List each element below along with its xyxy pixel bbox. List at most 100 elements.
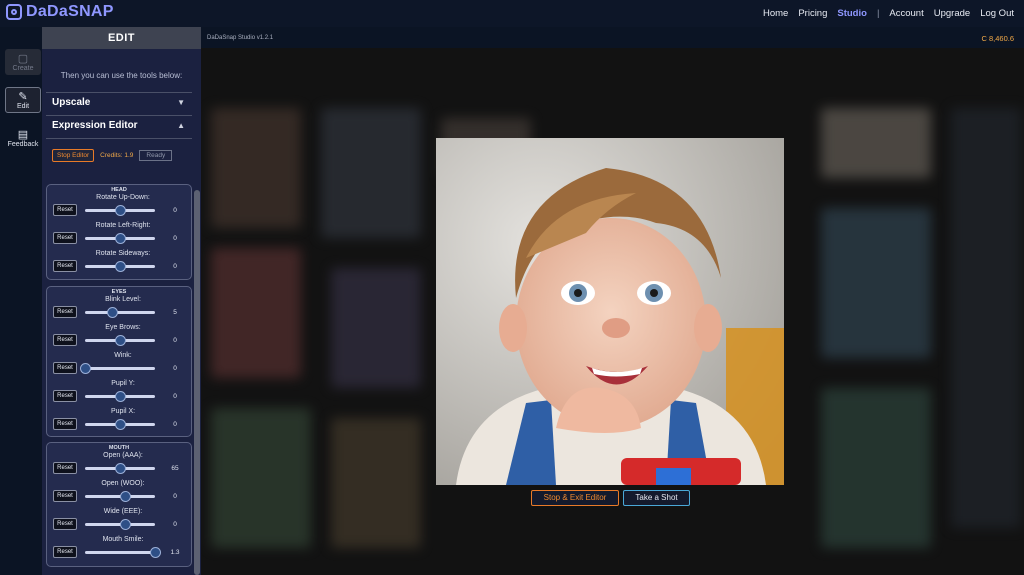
- group-label-head: HEAD: [111, 187, 127, 193]
- slider-row: Open (WOO): Reset 0: [47, 480, 193, 508]
- reset-button[interactable]: Reset: [53, 518, 77, 530]
- gallery-tile: [331, 418, 421, 548]
- reset-button[interactable]: Reset: [53, 204, 77, 216]
- nav-upgrade[interactable]: Upgrade: [934, 8, 970, 19]
- slider-track[interactable]: [85, 307, 155, 318]
- edit-button[interactable]: ✎ Edit: [5, 87, 41, 113]
- divider: [46, 92, 192, 93]
- reset-button[interactable]: Reset: [53, 390, 77, 402]
- slider-row: Blink Level: Reset 5: [47, 296, 193, 324]
- feedback-label: Feedback: [7, 140, 39, 148]
- chevron-up-icon[interactable]: ▲: [177, 121, 185, 130]
- head-group: HEAD Rotate Up-Down: Reset 0 Rotate Left-Ri…: [46, 184, 192, 280]
- reset-button[interactable]: Reset: [53, 462, 77, 474]
- stop-exit-editor-button[interactable]: Stop & Exit Editor: [531, 490, 619, 506]
- nav-pricing[interactable]: Pricing: [798, 8, 827, 19]
- divider: [46, 115, 192, 116]
- edit-label: Edit: [16, 102, 30, 110]
- slider-label: Blink Level:: [105, 296, 141, 303]
- slider-track[interactable]: [85, 547, 161, 558]
- editor-credits: Credits: 1.9: [100, 151, 134, 159]
- slider-row: Pupil Y: Reset 0: [47, 380, 193, 408]
- edit-panel: EDIT Then you can use the tools below: U…: [42, 27, 201, 575]
- editor-actions: Stop & Exit Editor Take a Shot: [531, 490, 690, 506]
- gallery-tile: [951, 108, 1021, 528]
- slider-thumb[interactable]: [115, 233, 126, 244]
- credit-balance: C 8,460.6: [981, 34, 1014, 43]
- nav-links: Home Pricing Studio | Account Upgrade Lo…: [763, 8, 1014, 19]
- slider-thumb[interactable]: [115, 463, 126, 474]
- slider-track[interactable]: [85, 233, 155, 244]
- slider-track[interactable]: [85, 335, 155, 346]
- create-button[interactable]: ▢ Create: [5, 49, 41, 75]
- slider-thumb[interactable]: [119, 491, 131, 502]
- reset-button[interactable]: Reset: [53, 334, 77, 346]
- slider-value: 0: [173, 421, 177, 428]
- nav-studio[interactable]: Studio: [837, 8, 867, 19]
- reset-button[interactable]: Reset: [53, 490, 77, 502]
- slider-thumb[interactable]: [119, 519, 131, 530]
- expression-editor-toggle[interactable]: Expression Editor: [52, 120, 138, 131]
- reset-button[interactable]: Reset: [53, 306, 77, 318]
- gallery-tile: [211, 248, 301, 378]
- panel-title: EDIT: [42, 27, 201, 49]
- feedback-button[interactable]: ▤ Feedback: [5, 125, 41, 151]
- slider-thumb[interactable]: [115, 261, 126, 272]
- slider-thumb[interactable]: [115, 391, 126, 402]
- slider-track[interactable]: [85, 463, 155, 474]
- slider-thumb[interactable]: [150, 547, 161, 558]
- slider-row: Pupil X: Reset 0: [47, 408, 193, 436]
- gallery-tile: [211, 108, 301, 228]
- reset-button[interactable]: Reset: [53, 260, 77, 272]
- gallery-tile: [821, 108, 931, 178]
- slider-value: 0: [173, 393, 177, 400]
- chevron-down-icon[interactable]: ▼: [177, 98, 185, 107]
- slider-label: Rotate Sideways:: [95, 250, 151, 257]
- gallery-tile: [331, 268, 421, 388]
- slider-thumb[interactable]: [115, 419, 126, 430]
- slider-row: Mouth Smile: Reset 1.3: [47, 536, 193, 564]
- top-nav: DaDaSNAP Home Pricing Studio | Account U…: [0, 0, 1024, 27]
- take-shot-button[interactable]: Take a Shot: [623, 490, 690, 506]
- stop-editor-button[interactable]: Stop Editor: [52, 148, 95, 162]
- reset-button[interactable]: Reset: [53, 418, 77, 430]
- studio-bar: DaDaSnap Studio v1.2.1 C 8,460.6: [201, 27, 1024, 48]
- panel-scrollbar[interactable]: [194, 190, 200, 575]
- slider-label: Mouth Smile:: [102, 536, 144, 543]
- slider-label: Pupil X:: [110, 408, 136, 415]
- slider-value: 0: [173, 493, 177, 500]
- slider-track[interactable]: [85, 419, 155, 430]
- nav-home[interactable]: Home: [763, 8, 788, 19]
- slider-value: 0: [173, 521, 177, 528]
- slider-track[interactable]: [85, 261, 155, 272]
- nav-logout[interactable]: Log Out: [980, 8, 1014, 19]
- group-label-mouth: MOUTH: [108, 445, 130, 451]
- slider-track[interactable]: [85, 205, 155, 216]
- slider-label: Rotate Left-Right:: [95, 222, 151, 229]
- version-label: DaDaSnap Studio v1.2.1: [207, 35, 274, 41]
- reset-button[interactable]: Reset: [53, 232, 77, 244]
- nav-account[interactable]: Account: [889, 8, 923, 19]
- slider-track[interactable]: [80, 363, 155, 374]
- divider: [46, 138, 192, 139]
- reset-button[interactable]: Reset: [53, 362, 77, 374]
- slider-value: 65: [171, 465, 179, 472]
- upscale-toggle[interactable]: Upscale: [52, 97, 90, 108]
- slider-thumb[interactable]: [80, 363, 91, 374]
- gallery-tile: [321, 108, 421, 238]
- logo[interactable]: DaDaSNAP: [6, 3, 114, 21]
- slider-thumb[interactable]: [115, 335, 126, 346]
- slider-row: Rotate Up-Down: Reset 0: [47, 194, 193, 222]
- slider-thumb[interactable]: [106, 307, 118, 318]
- pencil-icon: ✎: [18, 90, 28, 103]
- create-label: Create: [12, 64, 34, 72]
- slider-label: Eye Brows:: [105, 324, 141, 331]
- slider-track[interactable]: [85, 519, 155, 530]
- gallery-tile: [821, 208, 931, 358]
- create-icon: ▢: [17, 52, 29, 65]
- reset-button[interactable]: Reset: [53, 546, 77, 558]
- editor-controls: Stop Editor Credits: 1.9 Ready: [52, 148, 184, 162]
- slider-track[interactable]: [85, 391, 155, 402]
- slider-thumb[interactable]: [115, 205, 126, 216]
- slider-track[interactable]: [85, 491, 155, 502]
